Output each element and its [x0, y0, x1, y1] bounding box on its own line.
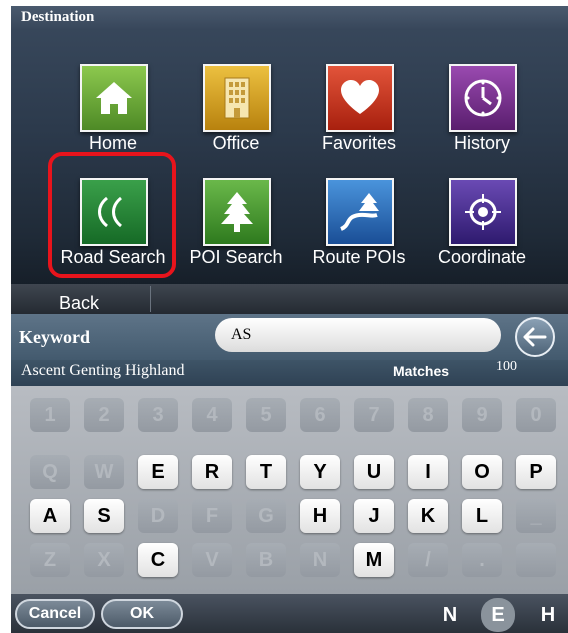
match-result[interactable]: Ascent Genting Highland: [21, 362, 185, 380]
key[interactable]: I: [408, 455, 448, 489]
key: V: [192, 543, 232, 577]
mode-h[interactable]: H: [532, 602, 564, 628]
mode-e[interactable]: E: [481, 598, 515, 632]
key: 4: [192, 398, 232, 432]
key: /: [408, 543, 448, 577]
key: X: [84, 543, 124, 577]
page-title: Destination: [21, 9, 95, 25]
key[interactable]: U: [354, 455, 394, 489]
key[interactable]: C: [138, 543, 178, 577]
key[interactable]: Y: [300, 455, 340, 489]
key: 5: [246, 398, 286, 432]
tile-label: Route POIs: [312, 247, 406, 267]
key: Z: [30, 543, 70, 577]
key: _: [516, 499, 556, 533]
destination-panel: Destination Home Office Favorites Histor…: [11, 6, 568, 314]
tile-office[interactable]: Office: [181, 56, 291, 166]
tile-label: Office: [212, 133, 260, 153]
backspace-icon: [523, 327, 547, 347]
key: 2: [84, 398, 124, 432]
key: 8: [408, 398, 448, 432]
clock-icon: [449, 64, 517, 132]
key[interactable]: M: [354, 543, 394, 577]
key[interactable]: L: [462, 499, 502, 533]
crosshair-icon: [449, 178, 517, 246]
key: B: [246, 543, 286, 577]
key[interactable]: H: [300, 499, 340, 533]
tree-icon: [203, 178, 271, 246]
key: D: [138, 499, 178, 533]
office-building-icon: [203, 64, 271, 132]
title-bar: Destination: [11, 6, 568, 30]
key: [516, 543, 556, 577]
key[interactable]: E: [138, 455, 178, 489]
key: W: [84, 455, 124, 489]
key[interactable]: A: [30, 499, 70, 533]
key: N: [300, 543, 340, 577]
tile-home[interactable]: Home: [58, 56, 168, 166]
key: Q: [30, 455, 70, 489]
tile-coordinate[interactable]: Coordinate: [427, 170, 537, 280]
key: F: [192, 499, 232, 533]
key: 0: [516, 398, 556, 432]
selection-highlight: [48, 152, 176, 278]
cancel-button[interactable]: Cancel: [15, 599, 95, 629]
tile-favorites[interactable]: Favorites: [304, 56, 414, 166]
key: 1: [30, 398, 70, 432]
tile-label: Coordinate: [437, 247, 527, 267]
key: G: [246, 499, 286, 533]
tile-history[interactable]: History: [427, 56, 537, 166]
key[interactable]: S: [84, 499, 124, 533]
tile-label: Home: [88, 133, 137, 153]
back-button[interactable]: Back: [59, 293, 99, 314]
tile-label: POI Search: [189, 247, 283, 267]
key[interactable]: R: [192, 455, 232, 489]
tile-label: Favorites: [321, 133, 397, 153]
key: 6: [300, 398, 340, 432]
ok-button[interactable]: OK: [101, 599, 183, 629]
keyword-input[interactable]: AS: [215, 318, 501, 352]
key: .: [462, 543, 502, 577]
key[interactable]: K: [408, 499, 448, 533]
tile-poi-search[interactable]: POI Search: [181, 170, 291, 280]
key[interactable]: P: [516, 455, 556, 489]
key: 3: [138, 398, 178, 432]
key: 7: [354, 398, 394, 432]
mode-n[interactable]: N: [434, 602, 466, 628]
matches-count: 100: [496, 359, 517, 374]
destination-screen: Destination Home Office Favorites Histor…: [11, 6, 568, 633]
divider: [150, 286, 151, 312]
tile-label: History: [453, 133, 510, 153]
route-icon: [326, 178, 394, 246]
keyword-label: Keyword: [19, 327, 90, 347]
key[interactable]: J: [354, 499, 394, 533]
backspace-button[interactable]: [515, 317, 555, 357]
home-icon: [80, 64, 148, 132]
key[interactable]: O: [462, 455, 502, 489]
keyboard: 1 2 3 4 5 6 7 8 9 0 Q W E R T Y U I O P A S D F G H J K L _ Z X C V B N M /.: [11, 386, 568, 594]
key: 9: [462, 398, 502, 432]
key[interactable]: T: [246, 455, 286, 489]
tile-route-pois[interactable]: Route POIs: [304, 170, 414, 280]
heart-icon: [326, 64, 394, 132]
matches-label: Matches: [393, 363, 450, 379]
